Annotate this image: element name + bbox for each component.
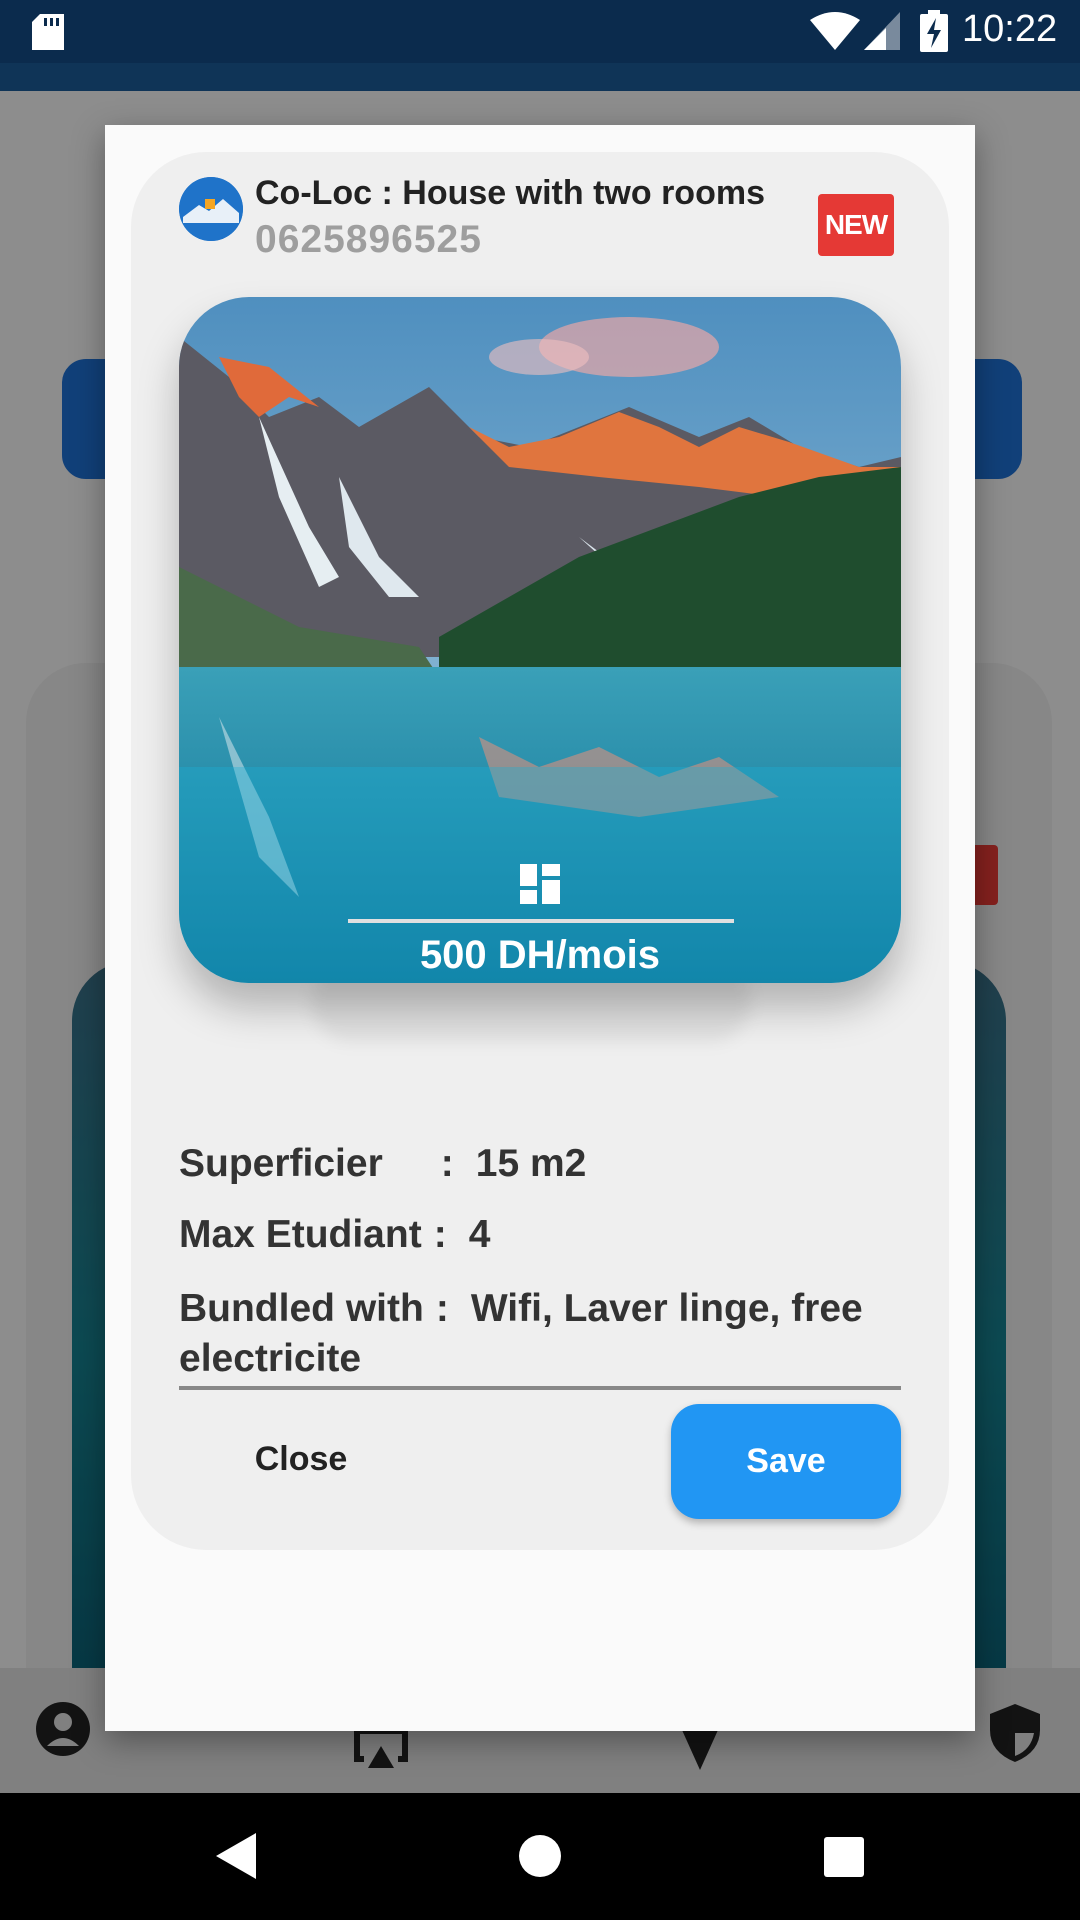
detail-value: 4 — [468, 1213, 491, 1256]
detail-sep: : — [433, 1213, 447, 1256]
detail-label: Superficier — [179, 1142, 383, 1185]
signal-icon — [864, 12, 900, 50]
detail-value: 15 m2 — [475, 1142, 587, 1185]
close-button[interactable]: Close — [221, 1404, 381, 1514]
system-nav-bar — [0, 1793, 1080, 1920]
wifi-icon — [810, 12, 860, 50]
listing-title: Co-Loc : House with two rooms — [255, 174, 765, 212]
divider — [179, 1386, 901, 1390]
sd-card-icon — [32, 14, 64, 50]
listing-image[interactable]: 500 DH/mois — [179, 297, 901, 983]
status-bar: 10:22 — [0, 0, 1080, 63]
detail-label: Max Etudiant — [179, 1213, 422, 1256]
battery-charging-icon — [920, 10, 948, 52]
home-icon[interactable] — [519, 1835, 561, 1877]
detail-max-etudiant: Max Etudiant:4 — [179, 1213, 490, 1257]
listing-card: Co-Loc : House with two rooms 0625896525… — [131, 152, 949, 1550]
logo-avatar — [179, 177, 243, 241]
new-badge: NEW — [818, 194, 894, 256]
recents-icon[interactable] — [824, 1837, 864, 1877]
status-time: 10:22 — [962, 8, 1058, 50]
listing-dialog: Co-Loc : House with two rooms 0625896525… — [105, 125, 975, 1731]
listing-price: 500 DH/mois — [419, 933, 661, 977]
back-icon[interactable] — [216, 1833, 256, 1879]
listing-phone: 0625896525 — [255, 218, 482, 261]
detail-sep: : — [435, 1287, 449, 1330]
detail-label: Bundled with — [179, 1287, 424, 1330]
price-divider — [348, 919, 734, 923]
detail-sep: : — [440, 1142, 454, 1185]
detail-superficie: Superficier:15 m2 — [179, 1142, 586, 1186]
detail-bundled: Bundled with: Wifi, Laver linge, free ele… — [179, 1284, 901, 1384]
save-button[interactable]: Save — [671, 1404, 901, 1519]
dashboard-icon — [520, 864, 560, 904]
